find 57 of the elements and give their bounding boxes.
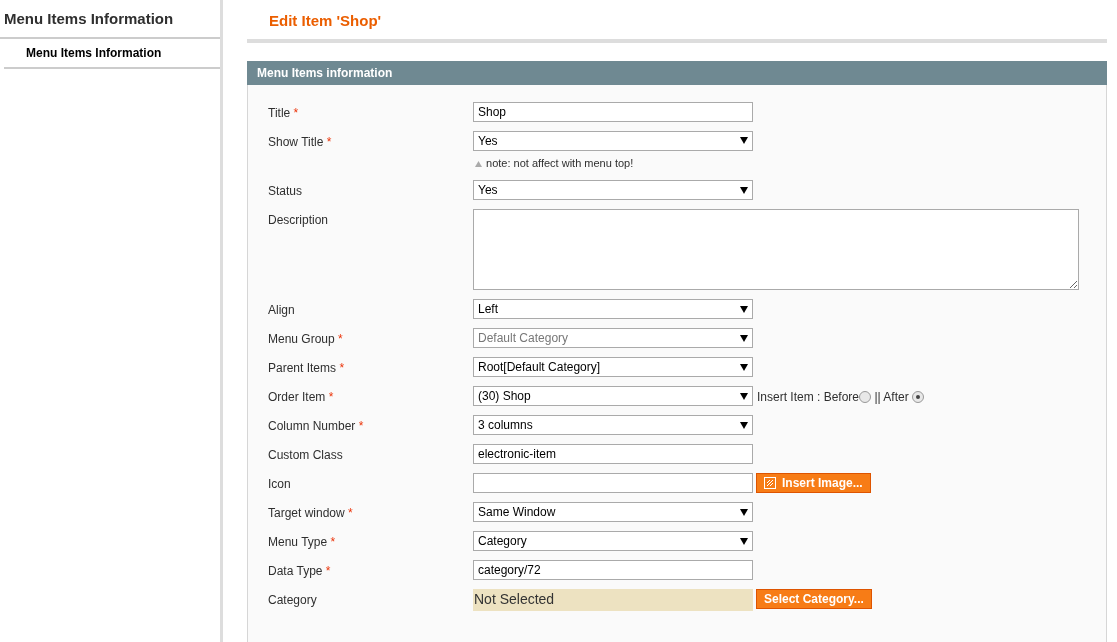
dropdown-arrow-icon	[740, 334, 748, 342]
dropdown-arrow-icon	[740, 508, 748, 516]
dropdown-arrow-icon	[740, 186, 748, 194]
required-mark: *	[330, 535, 336, 549]
field-note: note: not affect with menu top!	[473, 154, 753, 171]
required-mark: *	[339, 361, 345, 375]
sidebar-tab[interactable]: Menu Items Information	[4, 38, 220, 69]
field-label: Target window *	[268, 505, 354, 522]
triangle-icon	[475, 160, 483, 167]
field-label: Description	[268, 212, 330, 229]
required-mark: *	[358, 419, 364, 433]
panel-header: Menu Items information	[247, 60, 1107, 85]
page-title: Edit Item 'Shop'	[268, 11, 383, 31]
dropdown[interactable]: Left	[473, 299, 753, 319]
field-label: Order Item *	[268, 389, 335, 406]
field-label: Custom Class	[268, 447, 344, 464]
radio-option[interactable]: || After	[871, 388, 924, 406]
required-mark: *	[328, 390, 334, 404]
dropdown[interactable]: Yes	[473, 130, 753, 151]
dropdown-arrow-icon	[740, 392, 748, 400]
dropdown[interactable]: (30) Shop	[473, 386, 753, 406]
dropdown[interactable]: Root[Default Category]	[473, 357, 753, 377]
field-label: Show Title *	[268, 133, 333, 151]
field-label: Icon	[268, 476, 292, 493]
field-label: Menu Group *	[268, 331, 344, 348]
dropdown[interactable]: 3 columns	[473, 415, 753, 435]
field-label: Align	[268, 302, 296, 319]
text-field[interactable]: Shop	[473, 101, 753, 122]
dropdown-arrow-icon	[740, 421, 748, 429]
insert-item-label: Insert Item :	[757, 389, 822, 406]
dropdown-arrow-icon	[740, 537, 748, 545]
required-mark: *	[326, 134, 332, 149]
field-label: Data Type *	[268, 563, 332, 580]
required-mark: *	[325, 564, 331, 578]
field-label: Parent Items *	[268, 360, 346, 377]
required-mark: *	[338, 332, 343, 346]
field-label: Column Number *	[268, 418, 365, 435]
required-mark: *	[348, 506, 353, 520]
dropdown[interactable]: Same Window	[473, 502, 753, 522]
dropdown-arrow-icon	[740, 137, 748, 144]
field-label: Category	[268, 592, 318, 609]
dropdown[interactable]: Category	[473, 531, 753, 551]
required-mark: *	[293, 105, 299, 120]
dropdown-arrow-icon	[740, 363, 748, 371]
description-field[interactable]	[473, 209, 1079, 290]
radio-option[interactable]: Before	[823, 388, 872, 406]
text-field[interactable]	[473, 473, 753, 493]
text-field[interactable]: category/72	[473, 560, 753, 580]
category-value: Not Selected	[473, 589, 753, 611]
image-icon	[764, 477, 776, 489]
sidebar-title: Menu Items Information	[0, 8, 220, 39]
text-field[interactable]: electronic-item	[473, 444, 753, 464]
dropdown-arrow-icon	[740, 305, 748, 313]
field-label: Title *	[268, 104, 300, 122]
field-label: Status	[268, 183, 304, 200]
dropdown[interactable]: Yes	[473, 180, 753, 200]
field-label: Menu Type *	[268, 534, 337, 551]
